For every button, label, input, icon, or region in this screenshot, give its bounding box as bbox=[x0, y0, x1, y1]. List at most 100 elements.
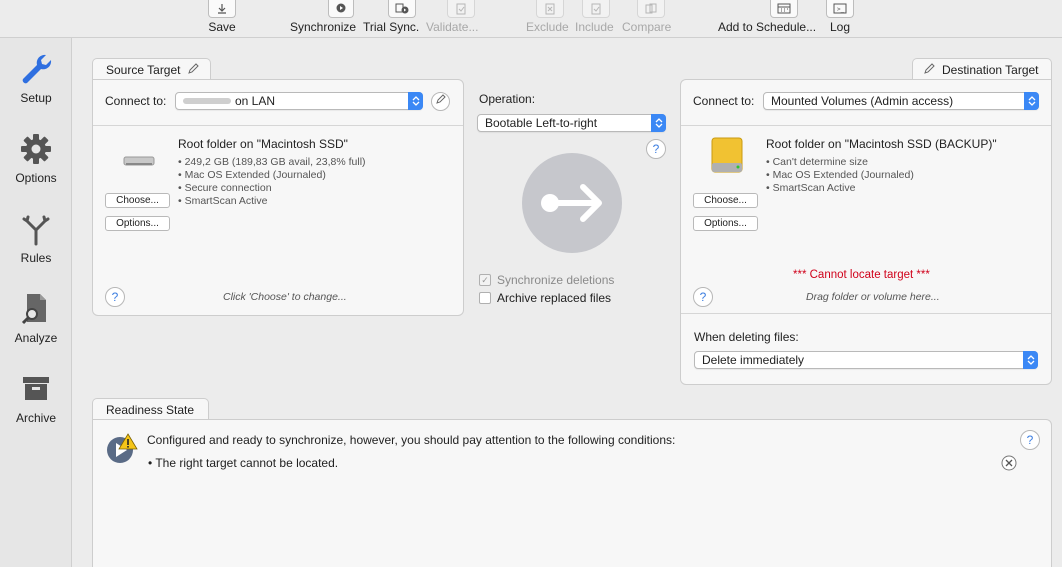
sidebar-label-options: Options bbox=[15, 171, 57, 185]
sidebar-label-rules: Rules bbox=[20, 251, 52, 265]
source-choose-button[interactable]: Choose... bbox=[105, 193, 170, 208]
sync-direction-arrow-icon bbox=[521, 152, 623, 257]
divider bbox=[681, 313, 1051, 314]
sidebar-item-analyze[interactable]: Analyze bbox=[0, 292, 72, 345]
redacted-host bbox=[183, 98, 231, 104]
sidebar-item-rules[interactable]: Rules bbox=[0, 212, 72, 265]
readiness-state-tab[interactable]: Readiness State bbox=[92, 398, 210, 420]
wrench-icon bbox=[19, 52, 53, 89]
operation-select[interactable]: Bootable Left-to-right bbox=[477, 114, 666, 132]
pencil-icon[interactable] bbox=[187, 62, 200, 78]
mac-mini-icon bbox=[123, 155, 155, 170]
include-icon bbox=[582, 0, 611, 18]
source-connect-label: Connect to: bbox=[105, 94, 167, 108]
gear-icon bbox=[19, 132, 53, 169]
archive-box-icon bbox=[19, 372, 53, 409]
include-toolbar-button[interactable]: Include bbox=[575, 0, 614, 34]
save-toolbar-button[interactable]: Save bbox=[208, 0, 236, 34]
fork-icon bbox=[19, 212, 53, 249]
destination-options-button[interactable]: Options... bbox=[693, 216, 758, 231]
when-deleting-label: When deleting files: bbox=[694, 330, 799, 344]
sync-deletions-label: Synchronize deletions bbox=[497, 273, 615, 287]
synchronize-toolbar-button[interactable]: Synchronize bbox=[290, 0, 356, 34]
source-options-button[interactable]: Options... bbox=[105, 216, 170, 231]
toolbar: Save Synchronize Trial Sync. Validate...… bbox=[0, 0, 1062, 38]
chevron-updown-icon bbox=[408, 92, 423, 110]
synchronize-label: Synchronize bbox=[290, 20, 357, 34]
source-target-panel: Connect to: on LAN Root folder on "Macin… bbox=[92, 79, 464, 316]
destination-connect-select[interactable]: Mounted Volumes (Admin access) bbox=[763, 92, 1039, 110]
source-connect-value: on LAN bbox=[235, 94, 276, 108]
archive-replaced-label: Archive replaced files bbox=[497, 291, 612, 305]
compare-toolbar-button[interactable]: Compare bbox=[622, 0, 671, 34]
source-tab-label: Source Target bbox=[106, 62, 181, 77]
readiness-message: Configured and ready to synchronize, how… bbox=[147, 433, 676, 447]
svg-text:>_: >_ bbox=[837, 6, 845, 13]
chevron-updown-icon bbox=[1023, 351, 1038, 369]
log-label: Log bbox=[829, 20, 851, 34]
edit-connection-icon[interactable] bbox=[431, 92, 450, 111]
source-hint: Click 'Choose' to change... bbox=[223, 291, 347, 303]
source-detail: SmartScan Active bbox=[178, 195, 366, 208]
checkbox-box bbox=[479, 292, 491, 304]
validate-label: Validate... bbox=[426, 20, 479, 34]
source-detail: 249,2 GB (189,83 GB avail, 23,8% full) bbox=[178, 156, 366, 169]
destination-hint: Drag folder or volume here... bbox=[806, 291, 940, 303]
sidebar: Setup Options Rules Analyze Archive bbox=[0, 38, 72, 567]
compare-label: Compare bbox=[622, 20, 672, 34]
dismiss-close-icon[interactable] bbox=[1001, 455, 1017, 474]
document-magnifier-icon bbox=[19, 292, 53, 329]
trial-sync-icon bbox=[388, 0, 417, 18]
source-root-title: Root folder on "Macintosh SSD" bbox=[178, 137, 348, 151]
add-to-schedule-label: Add to Schedule... bbox=[718, 20, 817, 34]
destination-error-text: *** Cannot locate target *** bbox=[793, 269, 930, 281]
save-icon bbox=[208, 0, 236, 18]
trial-sync-toolbar-button[interactable]: Trial Sync. bbox=[363, 0, 419, 34]
sidebar-item-archive[interactable]: Archive bbox=[0, 372, 72, 425]
readiness-help-icon[interactable]: ? bbox=[1020, 430, 1040, 450]
source-detail: Secure connection bbox=[178, 182, 366, 195]
exclude-toolbar-button[interactable]: Exclude bbox=[526, 0, 569, 34]
destination-details-list: Can't determine size Mac OS Extended (Jo… bbox=[766, 156, 914, 195]
calendar-icon bbox=[770, 0, 799, 18]
operation-help-icon[interactable]: ? bbox=[646, 139, 666, 159]
external-drive-icon bbox=[709, 136, 745, 179]
play-icon bbox=[328, 0, 355, 18]
log-toolbar-button[interactable]: >_ Log bbox=[826, 0, 854, 34]
destination-tab-label: Destination Target bbox=[942, 62, 1039, 77]
source-help-icon[interactable]: ? bbox=[105, 287, 125, 307]
destination-detail: Can't determine size bbox=[766, 156, 914, 169]
source-connect-select[interactable]: on LAN bbox=[175, 92, 423, 110]
sidebar-item-options[interactable]: Options bbox=[0, 132, 72, 185]
destination-help-icon[interactable]: ? bbox=[693, 287, 713, 307]
destination-detail: SmartScan Active bbox=[766, 182, 914, 195]
divider bbox=[681, 125, 1051, 126]
destination-target-panel: Connect to: Mounted Volumes (Admin acces… bbox=[680, 79, 1052, 385]
warning-play-icon bbox=[105, 432, 139, 469]
archive-replaced-checkbox[interactable]: Archive replaced files bbox=[479, 291, 611, 305]
sync-deletions-checkbox[interactable]: ✓ Synchronize deletions bbox=[479, 273, 614, 287]
divider bbox=[93, 125, 463, 126]
chevron-updown-icon bbox=[1024, 92, 1039, 110]
save-label: Save bbox=[208, 20, 236, 34]
sidebar-item-setup[interactable]: Setup bbox=[0, 52, 72, 105]
pencil-icon[interactable] bbox=[923, 62, 936, 78]
destination-root-title: Root folder on "Macintosh SSD (BACKUP)" bbox=[766, 137, 997, 151]
source-target-tab[interactable]: Source Target bbox=[92, 58, 211, 80]
readiness-condition: • The right target cannot be located. bbox=[148, 456, 339, 470]
validate-toolbar-button[interactable]: Validate... bbox=[426, 0, 478, 34]
operation-label: Operation: bbox=[479, 92, 536, 106]
sidebar-label-setup: Setup bbox=[20, 91, 52, 105]
destination-target-tab[interactable]: Destination Target bbox=[912, 58, 1052, 80]
sidebar-label-analyze: Analyze bbox=[14, 331, 58, 345]
destination-choose-button[interactable]: Choose... bbox=[693, 193, 758, 208]
operation-value: Bootable Left-to-right bbox=[485, 116, 598, 130]
chevron-updown-icon bbox=[651, 114, 666, 132]
include-label: Include bbox=[575, 20, 614, 34]
add-to-schedule-toolbar-button[interactable]: Add to Schedule... bbox=[718, 0, 816, 34]
when-deleting-select[interactable]: Delete immediately bbox=[694, 351, 1038, 369]
when-deleting-value: Delete immediately bbox=[702, 353, 805, 367]
compare-icon bbox=[636, 0, 665, 18]
validate-icon bbox=[447, 0, 476, 18]
exclude-icon bbox=[536, 0, 565, 18]
